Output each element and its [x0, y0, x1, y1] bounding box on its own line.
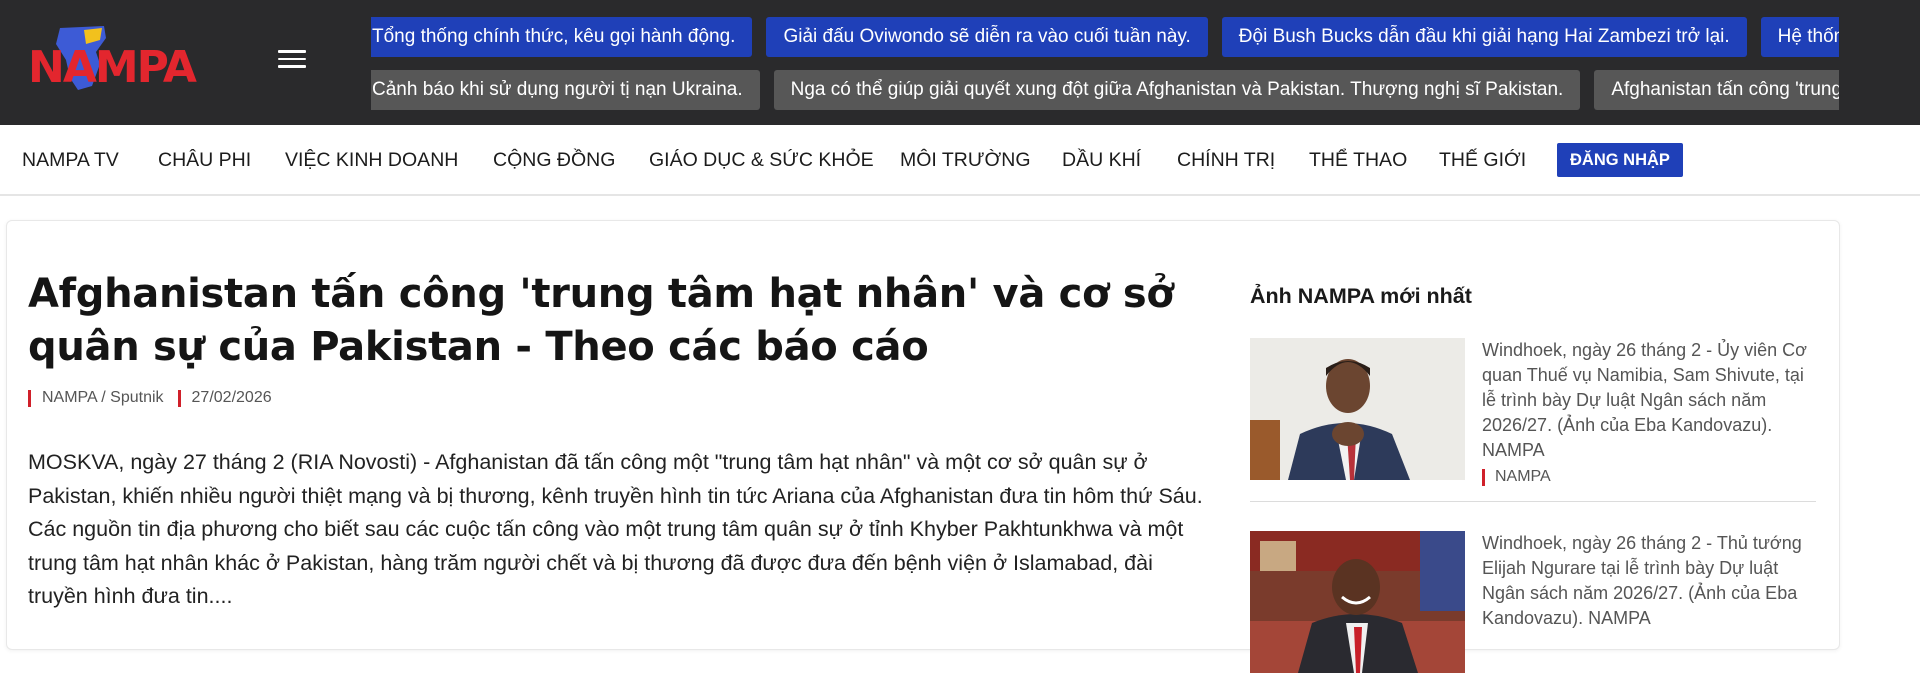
nav-item-community[interactable]: CỘNG ĐỒNG	[493, 125, 615, 196]
ticker-item[interactable]: Giải đấu Oviwondo sẽ diễn ra vào cuối tu…	[766, 17, 1208, 57]
sidebar-divider	[1250, 501, 1816, 502]
top-header: NAMPA Tổng thống chính thức, kêu gọi hàn…	[0, 0, 1920, 125]
article: Afghanistan tấn công 'trung tâm hạt nhân…	[28, 268, 1208, 614]
ticker-item[interactable]: Afghanistan tấn công 'trung tâm hạt nhân…	[1594, 70, 1839, 110]
nav-item-sports[interactable]: THỂ THAO	[1309, 125, 1407, 196]
meta-divider	[28, 389, 31, 407]
article-source: NAMPA / Sputnik	[42, 389, 164, 406]
nampa-logo[interactable]: NAMPA	[26, 24, 216, 96]
login-button[interactable]: ĐĂNG NHẬP	[1557, 143, 1683, 177]
ticker-row-bottom: Cảnh báo khi sử dụng người tị nạn Ukrain…	[371, 70, 1839, 110]
photo-credit-label: NAMPA	[1495, 468, 1551, 485]
nav-item-oil-gas[interactable]: DẦU KHÍ	[1062, 125, 1141, 196]
ticker-item[interactable]: Nga có thể giúp giải quyết xung đột giữa…	[773, 70, 1581, 110]
article-date: 27/02/2026	[191, 389, 272, 406]
photo-caption[interactable]: Windhoek, ngày 26 tháng 2 - Thủ tướng El…	[1482, 531, 1822, 631]
nav-item-nampa-tv[interactable]: NAMPA TV	[22, 125, 119, 196]
article-excerpt: MOSKVA, ngày 27 tháng 2 (RIA Novosti) - …	[28, 450, 1203, 608]
nav-item-education-health[interactable]: GIÁO DỤC & SỨC KHỎE	[649, 125, 874, 196]
nav-item-environment[interactable]: MÔI TRƯỜNG	[900, 125, 1031, 196]
latest-photos-sidebar: Ảnh NAMPA mới nhất Windhoek, ngày 26 thá…	[1250, 268, 1816, 673]
nav-item-business[interactable]: VIỆC KINH DOANH	[285, 125, 458, 196]
photo-thumbnail[interactable]	[1250, 531, 1465, 673]
nav-item-world[interactable]: THẾ GIỚI	[1439, 125, 1526, 196]
photo-credit: NAMPA	[1482, 468, 1551, 486]
ticker-item[interactable]: Tổng thống chính thức, kêu gọi hành động…	[371, 17, 753, 57]
sidebar-title: Ảnh NAMPA mới nhất	[1250, 284, 1472, 308]
article-meta: NAMPA / Sputnik 27/02/2026	[28, 388, 1208, 408]
svg-text:NAMPA: NAMPA	[28, 42, 197, 93]
meta-divider	[177, 389, 181, 407]
ticker-item[interactable]: Hệ thống thanh toán mới được triển khai	[1760, 17, 1839, 57]
photo-caption[interactable]: Windhoek, ngày 26 tháng 2 - Ủy viên Cơ q…	[1482, 338, 1822, 463]
photo-person-icon	[1250, 338, 1465, 480]
photo-thumbnail[interactable]	[1250, 338, 1465, 480]
credit-divider	[1482, 468, 1485, 486]
category-nav: NAMPA TV CHÂU PHI VIỆC KINH DOANH CỘNG Đ…	[0, 125, 1920, 196]
nav-item-politics[interactable]: CHÍNH TRỊ	[1177, 125, 1275, 196]
nampa-logo-graphic: NAMPA	[28, 26, 199, 93]
ticker-item[interactable]: Đội Bush Bucks dẫn đầu khi giải hạng Hai…	[1221, 17, 1747, 57]
ticker-item[interactable]: Cảnh báo khi sử dụng người tị nạn Ukrain…	[371, 70, 760, 110]
photo-person-icon	[1250, 531, 1465, 673]
menu-icon[interactable]	[278, 50, 306, 74]
ticker-row-top: Tổng thống chính thức, kêu gọi hành động…	[371, 17, 1839, 57]
nav-item-africa[interactable]: CHÂU PHI	[158, 125, 251, 196]
article-title[interactable]: Afghanistan tấn công 'trung tâm hạt nhân…	[28, 268, 1208, 374]
